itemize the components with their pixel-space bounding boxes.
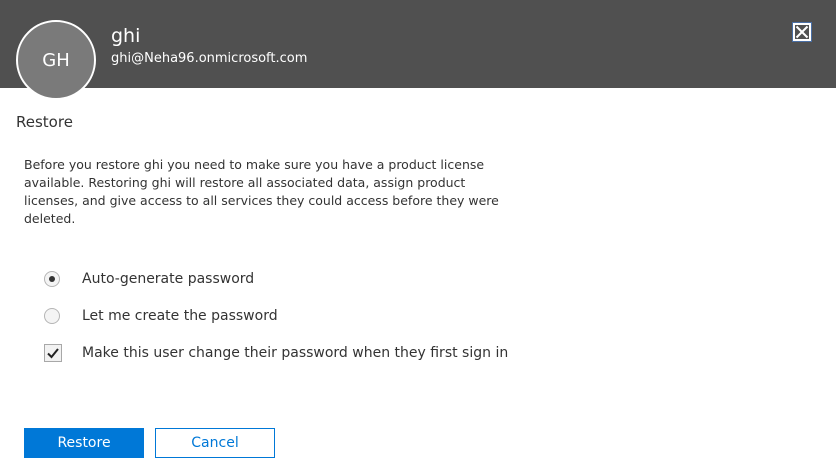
avatar-initials: GH xyxy=(42,49,70,71)
change-password-option[interactable]: Make this user change their password whe… xyxy=(44,343,508,363)
user-name: ghi xyxy=(111,25,141,47)
close-icon xyxy=(795,25,809,39)
auto-generate-password-option[interactable]: Auto-generate password xyxy=(44,269,254,289)
restore-user-panel: ghi ghi@Neha96.onmicrosoft.com GH Restor… xyxy=(0,0,836,472)
change-password-checkbox[interactable] xyxy=(44,344,62,362)
restore-description: Before you restore ghi you need to make … xyxy=(24,157,499,226)
close-button[interactable] xyxy=(793,23,811,41)
auto-generate-password-label: Auto-generate password xyxy=(82,271,255,287)
avatar: GH xyxy=(16,20,96,100)
user-header: ghi ghi@Neha96.onmicrosoft.com xyxy=(0,0,836,88)
user-email: ghi@Neha96.onmicrosoft.com xyxy=(111,51,308,66)
create-password-label: Let me create the password xyxy=(82,308,278,324)
create-password-option[interactable]: Let me create the password xyxy=(44,306,278,326)
create-password-radio[interactable] xyxy=(44,308,60,324)
checkmark-icon xyxy=(47,348,59,359)
restore-button[interactable]: Restore xyxy=(24,428,144,458)
auto-generate-password-radio[interactable] xyxy=(44,271,60,287)
page-title: Restore xyxy=(16,113,73,131)
change-password-label: Make this user change their password whe… xyxy=(82,345,509,361)
cancel-button[interactable]: Cancel xyxy=(155,428,275,458)
